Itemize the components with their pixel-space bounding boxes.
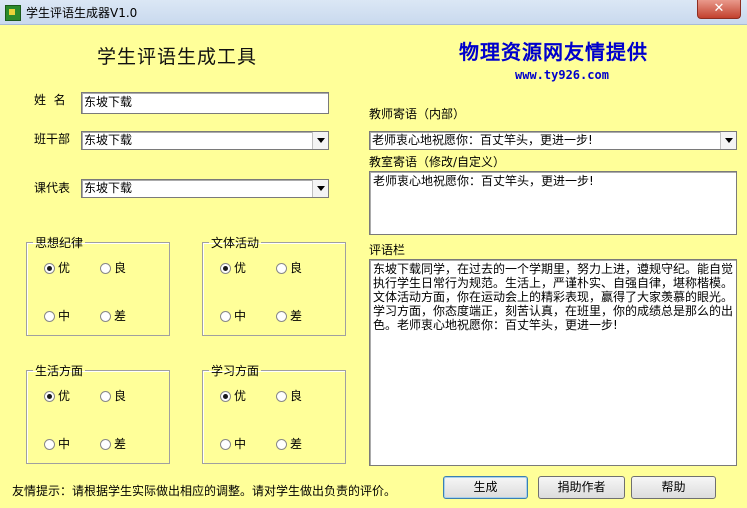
hint-text: 友情提示：请根据学生实际做出相应的调整。请对学生做出负责的评价。: [12, 484, 397, 498]
radio-study-poor[interactable]: 差: [276, 437, 302, 451]
radio-dot-icon: [100, 439, 111, 450]
radio-label: 良: [290, 389, 303, 403]
radio-label: 良: [290, 261, 303, 275]
radio-label: 良: [114, 389, 127, 403]
rep-select[interactable]: 东坡下载: [81, 179, 329, 198]
radio-dot-icon: [276, 391, 287, 402]
radio-study-average[interactable]: 中: [220, 437, 246, 451]
group-arts-title: 文体活动: [211, 236, 260, 250]
chevron-down-icon[interactable]: [312, 180, 328, 197]
radio-arts-excellent[interactable]: 优: [220, 261, 246, 275]
group-life-title: 生活方面: [35, 364, 84, 378]
app-icon: [5, 5, 21, 21]
comment-textarea[interactable]: 东坡下载同学，在过去的一个学期里，努力上进，遵规守纪。能自觉执行学生日常行为规范…: [369, 259, 737, 466]
radio-label: 优: [234, 389, 247, 403]
radio-ideology-poor[interactable]: 差: [100, 309, 126, 323]
radio-arts-poor[interactable]: 差: [276, 309, 302, 323]
close-button[interactable]: ✕: [697, 0, 741, 19]
teacher-message-select[interactable]: 老师衷心地祝愿你：百丈竿头，更进一步!: [369, 131, 737, 150]
teacher-message-value: 老师衷心地祝愿你：百丈竿头，更进一步!: [372, 133, 593, 147]
radio-label: 中: [234, 437, 247, 451]
office-message-label: 教室寄语（修改/自定义）: [369, 155, 506, 169]
radio-life-poor[interactable]: 差: [100, 437, 126, 451]
radio-ideology-good[interactable]: 良: [100, 261, 126, 275]
radio-label: 良: [114, 261, 127, 275]
group-study-title: 学习方面: [211, 364, 260, 378]
radio-dot-icon: [276, 311, 287, 322]
generate-button[interactable]: 生成: [443, 476, 528, 499]
radio-label: 差: [290, 437, 303, 451]
radio-label: 差: [114, 437, 127, 451]
radio-label: 差: [290, 309, 303, 323]
cadre-select-value: 东坡下载: [84, 133, 133, 147]
sponsor-url[interactable]: www.ty926.com: [515, 68, 609, 82]
radio-life-good[interactable]: 良: [100, 389, 126, 403]
radio-dot-icon: [44, 263, 55, 274]
app-heading: 学生评语生成工具: [97, 46, 258, 68]
radio-dot-icon: [44, 311, 55, 322]
radio-study-good[interactable]: 良: [276, 389, 302, 403]
window-title: 学生评语生成器V1.0: [26, 6, 138, 20]
radio-dot-icon: [44, 439, 55, 450]
comment-label: 评语栏: [369, 243, 406, 257]
radio-label: 优: [58, 389, 71, 403]
radio-dot-icon: [44, 391, 55, 402]
radio-dot-icon: [100, 311, 111, 322]
name-input[interactable]: 东坡下载: [81, 92, 329, 114]
radio-dot-icon: [220, 391, 231, 402]
radio-label: 差: [114, 309, 127, 323]
chevron-down-icon[interactable]: [720, 132, 736, 149]
title-bar: 学生评语生成器V1.0 ✕: [0, 0, 747, 25]
cadre-label: 班干部: [34, 132, 71, 146]
radio-label: 中: [234, 309, 247, 323]
cadre-select[interactable]: 东坡下载: [81, 131, 329, 150]
radio-arts-good[interactable]: 良: [276, 261, 302, 275]
help-button[interactable]: 帮助: [631, 476, 716, 499]
group-ideology-title: 思想纪律: [35, 236, 84, 250]
radio-ideology-average[interactable]: 中: [44, 309, 70, 323]
donate-button[interactable]: 捐助作者: [538, 476, 625, 499]
radio-label: 中: [58, 437, 71, 451]
radio-dot-icon: [100, 263, 111, 274]
radio-label: 优: [58, 261, 71, 275]
radio-dot-icon: [276, 439, 287, 450]
rep-label: 课代表: [34, 181, 71, 195]
radio-life-average[interactable]: 中: [44, 437, 70, 451]
radio-study-excellent[interactable]: 优: [220, 389, 246, 403]
radio-arts-average[interactable]: 中: [220, 309, 246, 323]
radio-dot-icon: [220, 311, 231, 322]
radio-ideology-excellent[interactable]: 优: [44, 261, 70, 275]
radio-dot-icon: [276, 263, 287, 274]
chevron-down-icon[interactable]: [312, 132, 328, 149]
radio-label: 中: [58, 309, 71, 323]
radio-label: 优: [234, 261, 247, 275]
radio-dot-icon: [220, 263, 231, 274]
teacher-message-label: 教师寄语（内部）: [369, 107, 466, 121]
radio-dot-icon: [220, 439, 231, 450]
radio-dot-icon: [100, 391, 111, 402]
radio-life-excellent[interactable]: 优: [44, 389, 70, 403]
sponsor-text: 物理资源网友情提供: [459, 40, 648, 64]
office-message-textarea[interactable]: 老师衷心地祝愿你：百丈竿头，更进一步!: [369, 171, 737, 235]
name-label: 姓 名: [34, 93, 66, 107]
rep-select-value: 东坡下载: [84, 181, 133, 195]
